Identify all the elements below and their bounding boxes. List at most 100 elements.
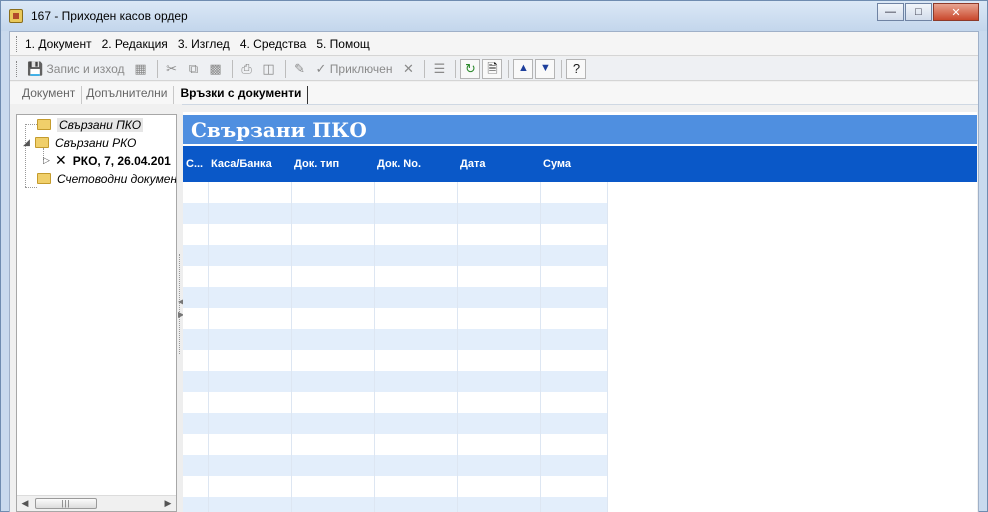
title-bar[interactable]: 167 - Приходен касов ордер — □ ✕: [1, 1, 987, 31]
arrow-up-icon: ▲: [518, 62, 529, 74]
tree-node-related-rko[interactable]: ◢ Свързани РКО: [23, 134, 136, 151]
empty-grid-row: [183, 329, 607, 350]
related-documents-tree[interactable]: Свързани ПКО ◢ Свързани РКО ▷ ✕ РКО, 7, …: [16, 114, 177, 512]
menu-view[interactable]: 3. Изглед: [178, 37, 230, 51]
tab-additional[interactable]: Допълнителни: [86, 86, 175, 104]
menu-help[interactable]: 5. Помощ: [316, 37, 369, 51]
menu-bar: 1. Документ 2. Редакция 3. Изглед 4. Сре…: [10, 32, 978, 56]
tab-underline: [182, 104, 978, 105]
empty-grid-row: [183, 203, 607, 224]
empty-grid-row: [183, 182, 607, 203]
print-preview-icon: ◫: [262, 61, 275, 76]
refresh-icon: ↻: [465, 61, 476, 76]
column-header[interactable]: Док. тип: [291, 146, 374, 182]
move-up-button[interactable]: ▲: [513, 58, 534, 79]
close-button[interactable]: ✕: [933, 3, 979, 21]
column-header[interactable]: Док. No.: [374, 146, 457, 182]
new-document-icon: 🗎: [487, 61, 498, 76]
empty-grid-row: [183, 308, 607, 329]
help-button[interactable]: ?: [566, 58, 587, 79]
finished-button[interactable]: ✓ Приключен: [312, 59, 397, 79]
empty-grid-row: [183, 350, 607, 371]
scroll-left-icon[interactable]: ◀: [17, 496, 33, 511]
app-icon: [9, 9, 23, 23]
menu-document[interactable]: 1. Документ: [25, 37, 92, 51]
cut-icon: ✂: [166, 61, 177, 76]
minimize-button[interactable]: —: [877, 3, 904, 21]
expand-icon[interactable]: ▷: [43, 155, 53, 166]
delete-button[interactable]: ✕: [398, 59, 418, 79]
empty-grid-row: [183, 476, 607, 497]
column-divider: [540, 182, 541, 512]
window-controls: — □ ✕: [877, 3, 979, 21]
app-window: 167 - Приходен касов ордер — □ ✕ 1. Доку…: [0, 0, 988, 512]
empty-grid-row: [183, 224, 607, 245]
toolbar-separator: [424, 59, 426, 78]
menu-edit[interactable]: 2. Редакция: [102, 37, 168, 51]
folder-icon: [37, 119, 51, 130]
folder-icon: [35, 137, 49, 148]
tree-node-label: Свързани ПКО: [57, 117, 144, 132]
panel-title: Свързани ПКО: [183, 115, 977, 144]
column-divider: [374, 182, 375, 512]
new-document-button[interactable]: 🗎: [482, 58, 503, 79]
cut-button[interactable]: ✂: [162, 59, 182, 79]
tree-node-accounting-docs[interactable]: Счетоводни докумен: [37, 170, 176, 187]
unlinked-document-icon: ✕: [55, 152, 67, 168]
delete-icon: ✕: [403, 61, 414, 76]
grid-body[interactable]: [183, 182, 977, 512]
paste-button[interactable]: ▩: [206, 59, 226, 79]
column-header[interactable]: С...: [183, 146, 208, 182]
empty-grid-row: [183, 455, 607, 476]
empty-grid-row: [183, 245, 607, 266]
properties-button[interactable]: ☰: [429, 59, 449, 79]
copy-button[interactable]: ⧉: [184, 59, 204, 79]
column-divider: [457, 182, 458, 512]
empty-grid-row: [183, 266, 607, 287]
empty-grid-row: [183, 434, 607, 455]
tree-connector: [25, 187, 37, 188]
arrow-down-icon: ▼: [540, 62, 551, 74]
print-icon: ⎙: [241, 61, 252, 76]
edit-button[interactable]: ✎: [290, 59, 310, 79]
save-icon: ▦: [134, 61, 147, 76]
paste-icon: ▩: [209, 61, 222, 76]
tree-node-rko-document[interactable]: ▷ ✕ РКО, 7, 26.04.201: [43, 152, 171, 169]
menu-tools[interactable]: 4. Средства: [240, 37, 307, 51]
save-button[interactable]: ▦: [131, 59, 151, 79]
print-button[interactable]: ⎙: [237, 59, 257, 79]
move-down-button[interactable]: ▼: [535, 58, 556, 79]
properties-icon: ☰: [433, 61, 446, 76]
tab-document[interactable]: Документ: [22, 86, 83, 104]
print-preview-button[interactable]: ◫: [259, 59, 279, 79]
window-title: 167 - Приходен касов ордер: [31, 9, 188, 23]
toolbar-separator: [508, 59, 510, 78]
collapse-icon[interactable]: ◢: [23, 137, 33, 148]
column-divider: [208, 182, 209, 512]
save-exit-button[interactable]: 💾 Запис и изход: [23, 59, 129, 79]
help-icon: ?: [572, 61, 581, 76]
empty-grid-row: [183, 371, 607, 392]
scroll-thumb[interactable]: |||: [35, 498, 97, 509]
finished-label: Приключен: [329, 61, 393, 76]
toolbar-separator: [156, 59, 158, 78]
toolbar-separator: [284, 59, 286, 78]
folder-icon: [37, 173, 51, 184]
tree-node-label: РКО, 7, 26.04.201: [72, 153, 171, 168]
tree-content: Свързани ПКО ◢ Свързани РКО ▷ ✕ РКО, 7, …: [17, 115, 176, 475]
edit-icon: ✎: [294, 61, 305, 76]
scroll-right-icon[interactable]: ▶: [160, 496, 176, 511]
tab-document-links[interactable]: Връзки с документи: [178, 86, 309, 104]
tree-connector: [25, 124, 37, 125]
maximize-button[interactable]: □: [905, 3, 932, 21]
empty-grid-row: [183, 497, 607, 512]
empty-grid-row: [183, 413, 607, 434]
column-header[interactable]: Дата: [457, 146, 540, 182]
column-header[interactable]: Сума: [540, 146, 607, 182]
column-header[interactable]: Каса/Банка: [208, 146, 291, 182]
tree-horizontal-scrollbar[interactable]: ◀ ||| ▶: [17, 495, 176, 511]
tree-node-related-pko[interactable]: Свързани ПКО: [37, 116, 144, 133]
checkmark-icon: ✓: [315, 61, 327, 76]
refresh-button[interactable]: ↻: [460, 58, 481, 79]
client-area: 1. Документ 2. Редакция 3. Изглед 4. Сре…: [9, 31, 979, 512]
